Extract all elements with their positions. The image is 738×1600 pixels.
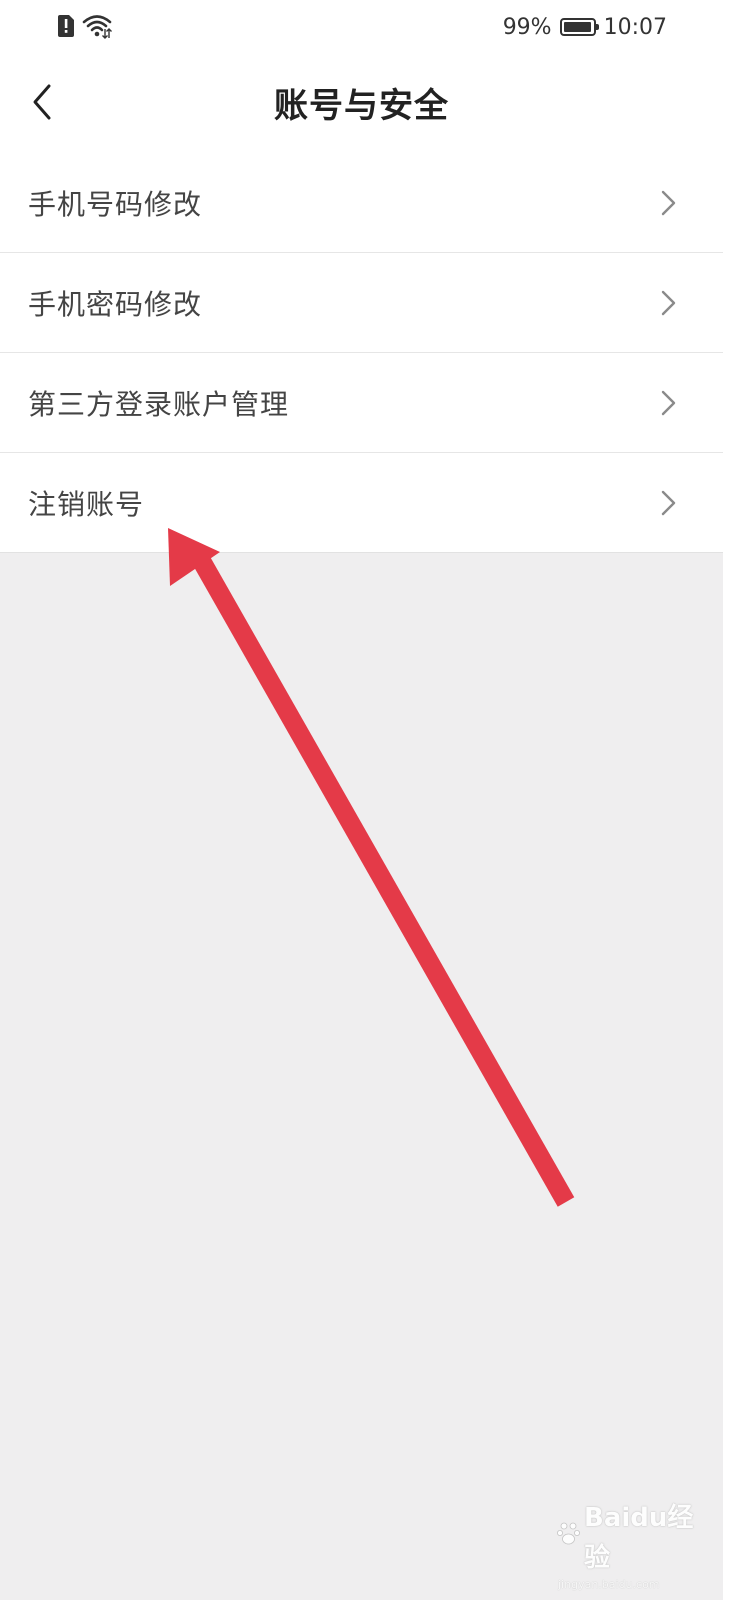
- watermark-logo-text: Baidu经验: [584, 1503, 694, 1573]
- alert-sim-icon: [56, 14, 76, 42]
- battery-icon: [559, 18, 599, 36]
- menu-list: 手机号码修改 手机密码修改 第三方登录账户管理 注销账号: [0, 153, 723, 553]
- menu-item-third-party-accounts[interactable]: 第三方登录账户管理: [0, 353, 723, 453]
- baidu-jingyan-watermark: Baidu经验 jingyan.baidu.com: [556, 1498, 706, 1591]
- header: 账号与安全: [0, 56, 723, 153]
- chevron-right-icon: [661, 190, 676, 216]
- menu-item-label: 手机号码修改: [28, 187, 203, 221]
- chevron-right-icon: [661, 490, 676, 516]
- menu-item-delete-account[interactable]: 注销账号: [0, 453, 723, 553]
- chevron-right-icon: [661, 390, 676, 416]
- menu-item-label: 注销账号: [28, 487, 145, 521]
- screen: 99% 10:07 账号与安全 手机号码修改 手机密码修改 第三方登录账户管理 …: [0, 0, 723, 1600]
- watermark-logo: Baidu经验: [556, 1498, 706, 1578]
- menu-item-label: 第三方登录账户管理: [28, 387, 290, 421]
- chevron-right-icon: [661, 290, 676, 316]
- watermark-url: jingyan.baidu.com: [558, 1578, 660, 1591]
- battery-percent: 99%: [502, 14, 552, 40]
- paw-icon: [556, 1518, 582, 1558]
- clock: 10:07: [603, 14, 667, 40]
- battery-level-fill: [563, 22, 592, 32]
- menu-item-change-phone-password[interactable]: 手机密码修改: [0, 253, 723, 353]
- top-area: 99% 10:07 账号与安全: [0, 0, 723, 153]
- page-title: 账号与安全: [274, 86, 449, 126]
- status-left-icons: [56, 14, 112, 42]
- status-bar: 99% 10:07: [0, 0, 723, 56]
- annotation-arrow-shaft: [192, 555, 575, 1207]
- right-edge-strip: [723, 0, 738, 1600]
- menu-item-label: 手机密码修改: [28, 287, 203, 321]
- menu-item-change-phone-number[interactable]: 手机号码修改: [0, 153, 723, 253]
- status-right: 99% 10:07: [503, 12, 667, 42]
- wifi-icon: [82, 13, 112, 43]
